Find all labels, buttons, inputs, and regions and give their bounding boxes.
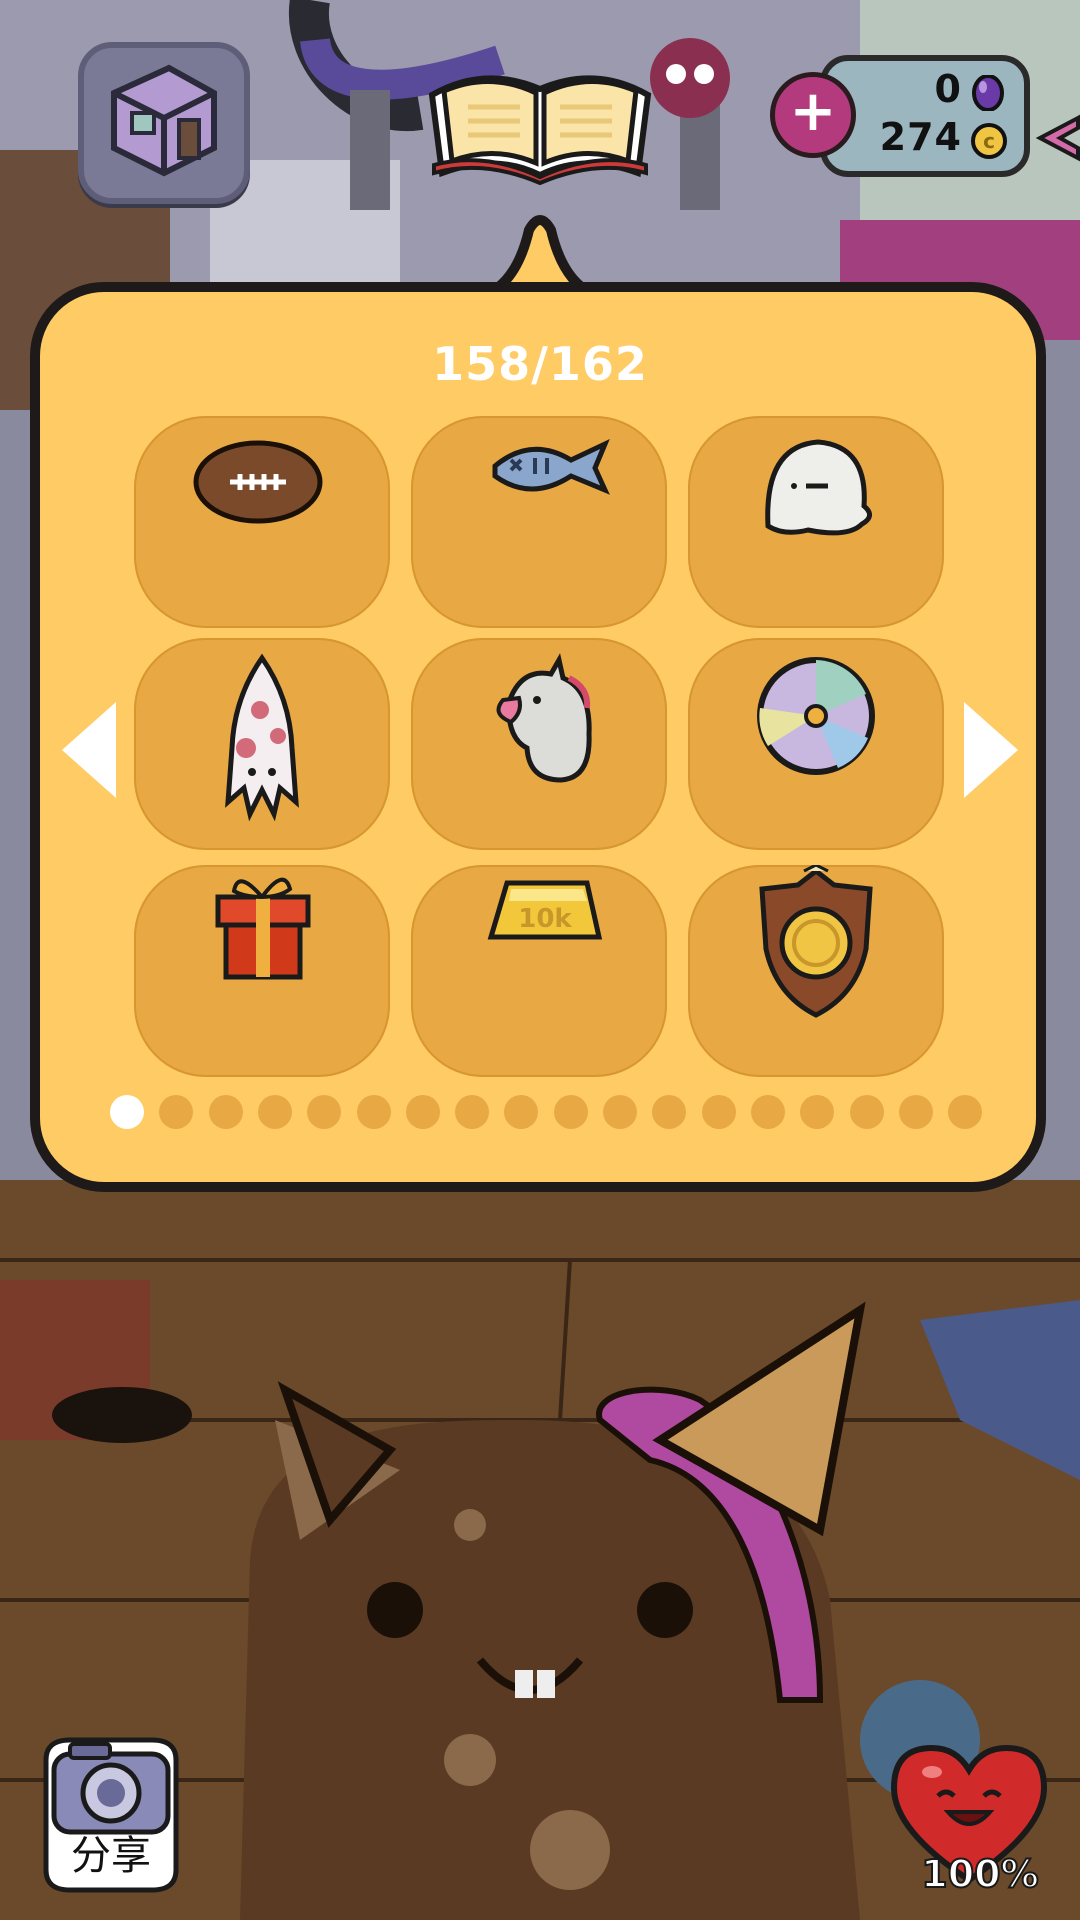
cd-disc-icon <box>757 657 875 775</box>
page-dot[interactable] <box>307 1095 342 1129</box>
share-button[interactable]: 分享 <box>30 1720 192 1896</box>
collection-item-ghost[interactable] <box>688 416 944 628</box>
collection-item-unicorn[interactable] <box>411 638 667 850</box>
page-dot[interactable] <box>405 1095 440 1129</box>
page-dot[interactable] <box>849 1095 884 1129</box>
back-arrow-icon[interactable] <box>1030 108 1080 168</box>
football-icon <box>193 440 323 524</box>
add-currency-button[interactable]: + <box>770 72 856 158</box>
page-dot[interactable] <box>898 1095 933 1129</box>
collection-item-fish[interactable] <box>411 416 667 628</box>
page-dot[interactable] <box>603 1095 637 1129</box>
page-dot[interactable] <box>948 1095 983 1129</box>
ghost-icon <box>765 439 872 536</box>
open-book-icon <box>428 75 652 186</box>
gift-box-icon <box>215 877 311 980</box>
collection-item-trophy[interactable] <box>688 865 944 1077</box>
collection-item-cd[interactable] <box>688 638 944 850</box>
page-dot[interactable] <box>553 1095 588 1129</box>
page-dot[interactable] <box>208 1095 243 1129</box>
health-percent: 100% <box>920 1851 1039 1897</box>
page-dot[interactable] <box>257 1095 292 1129</box>
page-dot[interactable] <box>455 1095 490 1129</box>
room-cube-icon <box>111 64 217 177</box>
collection-item-gold-bar[interactable]: 10k <box>411 865 667 1077</box>
collection-book-button[interactable] <box>424 55 656 186</box>
page-dot[interactable] <box>800 1095 835 1129</box>
page-dot[interactable] <box>701 1095 736 1129</box>
page-dot[interactable] <box>110 1095 144 1129</box>
share-label: 分享 <box>71 1833 151 1879</box>
chevron-left-icon[interactable] <box>58 700 118 800</box>
svg-text:c: c <box>983 129 995 153</box>
collection-item-squid[interactable] <box>134 638 390 850</box>
coin-count: 274 <box>879 115 962 159</box>
collection-counter: 158/162 <box>432 337 648 391</box>
plus-icon: + <box>789 79 837 144</box>
fish-bone-icon <box>492 438 610 495</box>
coin-icon: c <box>971 123 1007 159</box>
gold-bar-10k-icon: 10k <box>487 880 603 940</box>
squid-icon <box>225 653 299 822</box>
room-button[interactable] <box>78 42 250 204</box>
collection-item-football[interactable] <box>134 416 390 628</box>
gem-icon <box>972 75 1004 111</box>
coin-shield-trophy-icon <box>759 865 873 1018</box>
monster-decoration <box>650 38 730 118</box>
page-dot[interactable] <box>750 1095 785 1129</box>
collection-item-gift[interactable] <box>134 865 390 1077</box>
gem-count: 0 <box>934 67 962 111</box>
page-dot[interactable] <box>356 1095 391 1129</box>
chevron-right-icon[interactable] <box>962 700 1022 800</box>
gold-bar-label: 10k <box>518 904 572 934</box>
unicorn-plush-icon <box>496 653 592 783</box>
